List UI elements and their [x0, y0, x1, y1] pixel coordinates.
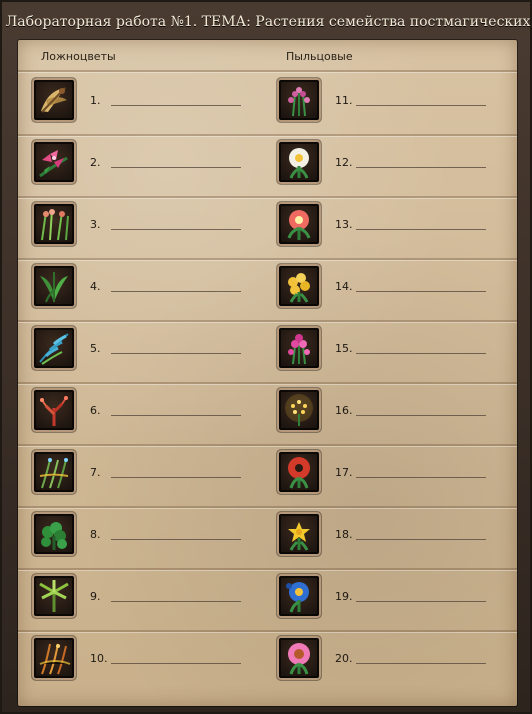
answer-line[interactable]: [356, 105, 486, 106]
pink-lily-plant-icon: [32, 140, 76, 184]
plant-entry: 6.: [32, 388, 262, 444]
answer-line[interactable]: [111, 105, 241, 106]
answer-line[interactable]: [111, 601, 241, 602]
answer-line[interactable]: [111, 477, 241, 478]
plant-number: 4.: [90, 280, 101, 293]
plant-number: 14.: [335, 280, 353, 293]
answer-line[interactable]: [356, 601, 486, 602]
answer-line[interactable]: [356, 353, 486, 354]
plant-number: 5.: [90, 342, 101, 355]
answer-line[interactable]: [356, 539, 486, 540]
worksheet-window: Лабораторная работа №1. ТЕМА: Растения с…: [0, 0, 532, 714]
clover-plant-icon: [32, 512, 76, 556]
row-divider: [18, 320, 517, 322]
yellow-star-flowers-plant-icon: [277, 512, 321, 556]
answer-line[interactable]: [111, 229, 241, 230]
autumn-reeds-plant-icon: [32, 636, 76, 680]
row-divider: [18, 630, 517, 632]
pink-buds-plant-icon: [277, 78, 321, 122]
answer-line[interactable]: [356, 415, 486, 416]
cornflower-plant-icon: [277, 574, 321, 618]
plant-number: 8.: [90, 528, 101, 541]
answer-line[interactable]: [356, 167, 486, 168]
blue-fern-plant-icon: [32, 326, 76, 370]
plant-number: 9.: [90, 590, 101, 603]
plant-entry: 7.: [32, 450, 262, 506]
plant-number: 2.: [90, 156, 101, 169]
plant-entry: 2.: [32, 140, 262, 196]
plant-entry: 14.: [277, 264, 507, 320]
plant-entry: 13.: [277, 202, 507, 258]
plant-number: 15.: [335, 342, 353, 355]
spiky-palm-plant-icon: [32, 574, 76, 618]
plant-entry: 3.: [32, 202, 262, 258]
row-divider: [18, 568, 517, 570]
dried-leaf-plant-icon: [32, 78, 76, 122]
window-title: Лабораторная работа №1. ТЕМА: Растения с…: [5, 14, 531, 30]
red-coral-plant-icon: [32, 388, 76, 432]
plant-number: 10.: [90, 652, 108, 665]
right-column-header: Пыльцовые: [286, 50, 353, 63]
answer-line[interactable]: [111, 539, 241, 540]
plant-number: 16.: [335, 404, 353, 417]
plant-entry: 18.: [277, 512, 507, 568]
plant-number: 17.: [335, 466, 353, 479]
answer-line[interactable]: [111, 291, 241, 292]
plant-entry: 1.: [32, 78, 262, 134]
answer-line[interactable]: [356, 291, 486, 292]
tall-grass-plant-icon: [32, 202, 76, 246]
row-divider: [18, 382, 517, 384]
row-divider: [18, 134, 517, 136]
answer-line[interactable]: [111, 663, 241, 664]
answer-line[interactable]: [111, 415, 241, 416]
plant-entry: 17.: [277, 450, 507, 506]
plant-number: 20.: [335, 652, 353, 665]
answer-line[interactable]: [111, 353, 241, 354]
plant-number: 13.: [335, 218, 353, 231]
broad-leaf-plant-icon: [32, 264, 76, 308]
row-divider: [18, 196, 517, 198]
row-divider: [18, 258, 517, 260]
header-divider: [18, 70, 517, 72]
answer-line[interactable]: [356, 663, 486, 664]
plant-entry: 11.: [277, 78, 507, 134]
plant-entry: 19.: [277, 574, 507, 630]
plant-number: 7.: [90, 466, 101, 479]
yellow-clusters-plant-icon: [277, 264, 321, 308]
pink-echinacea-plant-icon: [277, 636, 321, 680]
daisy-plant-icon: [277, 140, 321, 184]
magenta-flowers-plant-icon: [277, 326, 321, 370]
paper-sheet: Ложноцветы Пыльцовые 1. 2. 3. 4. 5. 6. 7…: [18, 40, 517, 706]
plant-entry: 5.: [32, 326, 262, 382]
left-column-header: Ложноцветы: [41, 50, 116, 63]
row-divider: [18, 444, 517, 446]
row-divider: [18, 506, 517, 508]
glowing-grass-plant-icon: [32, 450, 76, 494]
plant-number: 12.: [335, 156, 353, 169]
poppy-plant-icon: [277, 450, 321, 494]
plant-number: 1.: [90, 94, 101, 107]
plant-number: 3.: [90, 218, 101, 231]
plant-entry: 8.: [32, 512, 262, 568]
coral-bloom-plant-icon: [277, 202, 321, 246]
plant-entry: 20.: [277, 636, 507, 692]
plant-entry: 12.: [277, 140, 507, 196]
plant-number: 6.: [90, 404, 101, 417]
plant-entry: 4.: [32, 264, 262, 320]
answer-line[interactable]: [356, 477, 486, 478]
plant-entry: 9.: [32, 574, 262, 630]
plant-entry: 10.: [32, 636, 262, 692]
plant-number: 11.: [335, 94, 353, 107]
answer-line[interactable]: [356, 229, 486, 230]
plant-entry: 16.: [277, 388, 507, 444]
answer-line[interactable]: [111, 167, 241, 168]
plant-number: 18.: [335, 528, 353, 541]
glowing-pollen-plant-icon: [277, 388, 321, 432]
plant-entry: 15.: [277, 326, 507, 382]
plant-number: 19.: [335, 590, 353, 603]
